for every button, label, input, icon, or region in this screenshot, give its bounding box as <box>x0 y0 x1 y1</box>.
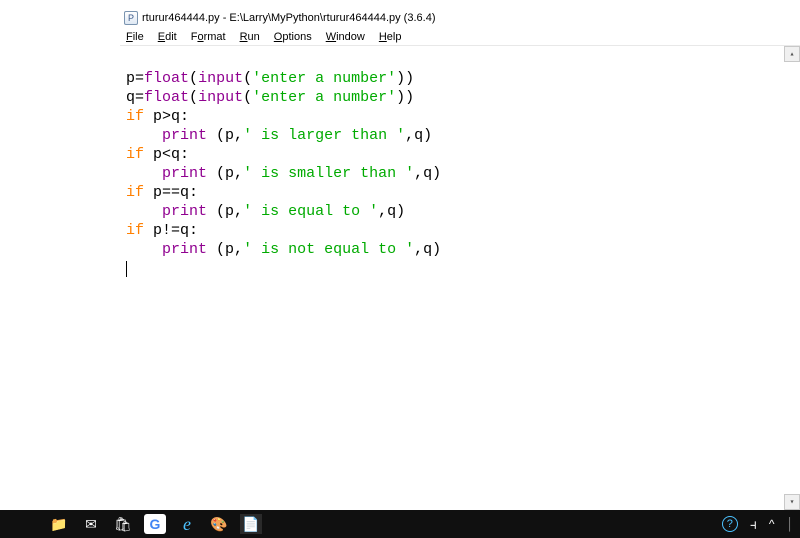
paint-icon[interactable]: 🎨 <box>208 514 230 534</box>
text-cursor <box>126 261 127 277</box>
help-icon[interactable]: ? <box>722 516 738 532</box>
code-line: p=float(input('enter a number')) <box>126 70 414 87</box>
menu-format[interactable]: Format <box>191 31 226 43</box>
window-title: rturur464444.py - E:\Larry\MyPython\rtur… <box>142 12 435 24</box>
titlebar[interactable]: P rturur464444.py - E:\Larry\MyPython\rt… <box>120 8 800 28</box>
system-tray: ? ⫞ ^ │ <box>722 516 794 533</box>
code-line: print (p,' is smaller than ',q) <box>126 165 441 182</box>
people-icon[interactable]: ⫞ <box>750 516 757 533</box>
python-file-icon: P <box>124 11 138 25</box>
scroll-up-button[interactable]: ▴ <box>784 46 800 62</box>
file-explorer-icon[interactable]: 📁 <box>48 514 70 534</box>
menu-options[interactable]: Options <box>274 31 312 43</box>
code-line: if p>q: <box>126 108 189 125</box>
chrome-icon[interactable]: G <box>144 514 166 534</box>
mail-icon[interactable]: ✉ <box>80 514 102 534</box>
menu-help[interactable]: Help <box>379 31 402 43</box>
code-editor[interactable]: p=float(input('enter a number')) q=float… <box>120 46 800 510</box>
store-icon[interactable]: 🛍 <box>112 514 134 534</box>
idle-window: P rturur464444.py - E:\Larry\MyPython\rt… <box>120 8 800 510</box>
taskbar: 📁 ✉ 🛍 G e 🎨 📄 ? ⫞ ^ │ <box>0 510 800 538</box>
edge-icon[interactable]: e <box>176 514 198 534</box>
menubar: File Edit Format Run Options Window Help <box>120 28 800 46</box>
menu-window[interactable]: Window <box>326 31 365 43</box>
scroll-down-button[interactable]: ▾ <box>784 494 800 510</box>
code-line: if p==q: <box>126 184 198 201</box>
code-line: q=float(input('enter a number')) <box>126 89 414 106</box>
code-line: print (p,' is not equal to ',q) <box>126 241 441 258</box>
tray-chevron-icon[interactable]: ^ <box>769 517 775 531</box>
code-line: print (p,' is equal to ',q) <box>126 203 405 220</box>
idle-icon[interactable]: 📄 <box>240 514 262 534</box>
code-line: if p<q: <box>126 146 189 163</box>
menu-run[interactable]: Run <box>240 31 260 43</box>
menu-file[interactable]: File <box>126 31 144 43</box>
code-line: print (p,' is larger than ',q) <box>126 127 432 144</box>
tray-divider: │ <box>787 517 795 531</box>
code-line: if p!=q: <box>126 222 198 239</box>
menu-edit[interactable]: Edit <box>158 31 177 43</box>
taskbar-apps: 📁 ✉ 🛍 G e 🎨 📄 <box>48 514 262 534</box>
